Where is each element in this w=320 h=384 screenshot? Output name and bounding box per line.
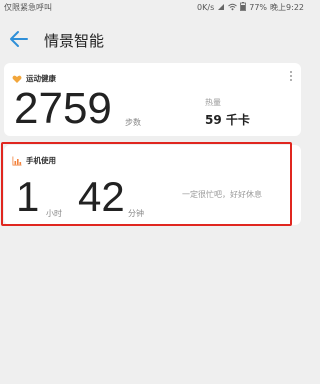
usage-minutes-value: 42 xyxy=(78,173,125,220)
clock-time: 晚上9:22 xyxy=(270,3,304,12)
usage-message: 一定很忙吧，好好休息 xyxy=(182,190,262,199)
wifi-icon xyxy=(228,3,238,13)
phone-usage-card[interactable]: 手机使用 1 小时 42 分钟 一定很忙吧，好好休息 xyxy=(4,145,301,225)
page-title: 情景智能 xyxy=(44,32,105,50)
back-arrow-icon[interactable] xyxy=(8,28,30,50)
phone-card-title: 手机使用 xyxy=(26,156,56,165)
calorie-label: 热量 xyxy=(205,98,221,107)
battery-icon xyxy=(240,2,247,13)
signal-icon xyxy=(217,3,225,13)
battery-percent: 77% xyxy=(249,3,268,12)
steps-value: 2759 xyxy=(14,84,112,133)
carrier-text: 仅限紧急呼叫 xyxy=(4,3,52,12)
steps-unit: 步数 xyxy=(125,118,141,127)
status-bar: 仅限紧急呼叫 0K/s 77% 晚上9:22 xyxy=(0,0,307,14)
phone-card-header: 手机使用 xyxy=(12,151,56,170)
health-card[interactable]: 运动健康 2759 步数 热量 59 千卡 xyxy=(4,63,301,136)
bar-chart-icon xyxy=(12,151,22,170)
health-card-title: 运动健康 xyxy=(26,74,56,83)
status-indicators: 0K/s 77% 晚上9:22 xyxy=(197,2,304,13)
calorie-value: 59 千卡 xyxy=(205,113,250,127)
app-header: 情景智能 xyxy=(0,22,307,58)
network-speed: 0K/s xyxy=(197,3,215,12)
usage-hours-unit: 小时 xyxy=(46,209,62,218)
more-icon[interactable] xyxy=(289,71,293,85)
more-icon[interactable] xyxy=(289,153,293,167)
usage-minutes-unit: 分钟 xyxy=(128,209,144,218)
usage-hours-value: 1 xyxy=(16,173,40,220)
